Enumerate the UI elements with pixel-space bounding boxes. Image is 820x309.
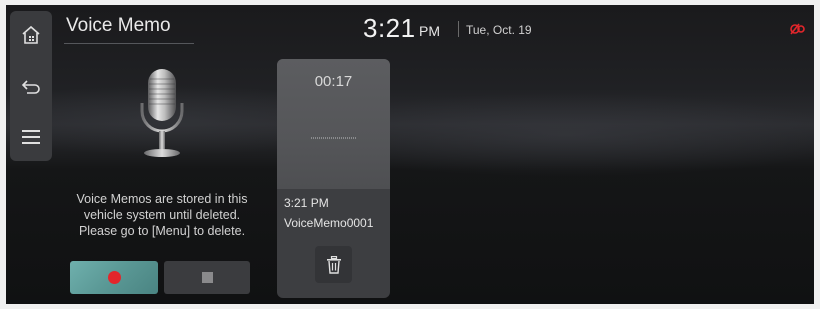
sidebar bbox=[10, 11, 52, 161]
menu-button[interactable] bbox=[10, 119, 52, 155]
back-icon bbox=[21, 80, 40, 94]
record-icon bbox=[108, 271, 121, 284]
trash-icon bbox=[326, 255, 341, 274]
menu-icon bbox=[22, 130, 40, 144]
clock-time: 3:21 bbox=[363, 13, 416, 43]
info-message-line: Please go to [Menu] to delete. bbox=[78, 224, 246, 238]
connection-status-icon bbox=[790, 23, 805, 35]
info-message-line: vehicle system until deleted. bbox=[83, 208, 241, 222]
delete-button[interactable] bbox=[315, 246, 352, 283]
home-icon bbox=[22, 25, 40, 44]
memo-card[interactable]: 00:17 3:21 PM VoiceMemo0001 bbox=[277, 59, 390, 298]
date-divider bbox=[458, 21, 459, 37]
voice-memo-screen: Voice Memo 3:21 PM Tue, Oct. 19 Voice Me… bbox=[6, 5, 814, 304]
memo-duration: 00:17 bbox=[314, 73, 353, 90]
memo-name: VoiceMemo0001 bbox=[284, 216, 374, 230]
stop-button[interactable] bbox=[164, 261, 250, 294]
waveform-line bbox=[311, 137, 357, 139]
microphone-illustration bbox=[134, 67, 190, 166]
record-button[interactable] bbox=[70, 261, 158, 294]
title-underline bbox=[64, 43, 194, 44]
page-title: Voice Memo bbox=[66, 15, 171, 36]
memo-recorded-time: 3:21 PM bbox=[284, 196, 329, 210]
status-indicator bbox=[790, 22, 806, 40]
info-message: Voice Memos are stored in this vehicle s… bbox=[56, 191, 268, 239]
home-button[interactable] bbox=[10, 17, 52, 53]
date-label: Tue, Oct. 19 bbox=[466, 23, 532, 37]
back-button[interactable] bbox=[10, 69, 52, 105]
microphone-icon bbox=[140, 69, 184, 157]
clock-ampm: PM bbox=[419, 23, 440, 39]
stop-icon bbox=[202, 272, 213, 283]
info-message-line: Voice Memos are stored in this bbox=[76, 192, 248, 206]
